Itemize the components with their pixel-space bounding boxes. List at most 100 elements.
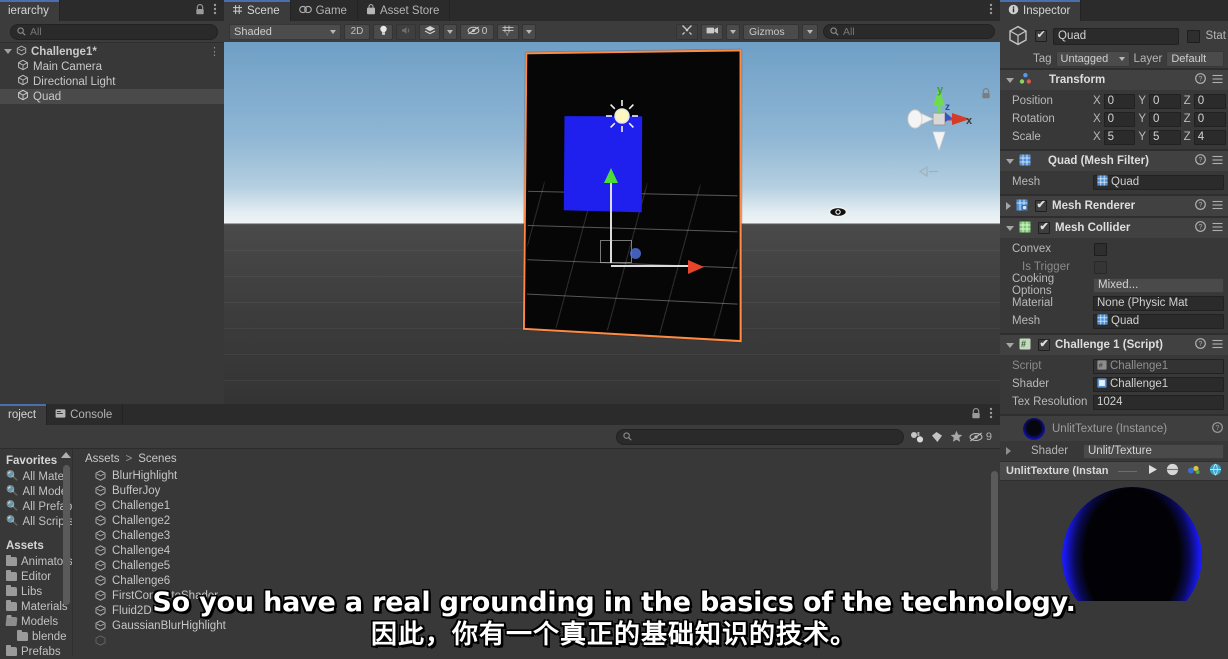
asset-list-item[interactable]: Challenge6	[73, 573, 1000, 588]
component-settings-icon[interactable]	[1212, 73, 1223, 87]
position-z-input[interactable]: 0	[1193, 93, 1226, 109]
mesh-renderer-enabled-checkbox[interactable]	[1035, 199, 1047, 212]
asset-folder-item[interactable]: Models	[0, 614, 72, 629]
favorite-item[interactable]: 🔍 All Model	[0, 484, 72, 499]
foldout-arrow-icon[interactable]	[4, 49, 12, 54]
rotation-x-input[interactable]: 0	[1103, 111, 1136, 127]
foldout-arrow-icon[interactable]	[1006, 77, 1014, 83]
project-search-input[interactable]	[616, 428, 904, 445]
material-preview-area[interactable]	[1000, 481, 1228, 601]
gizmo-lock-icon[interactable]	[981, 88, 991, 102]
move-gizmo-x-arrow-icon[interactable]	[688, 260, 704, 274]
scene-tools-button[interactable]	[676, 23, 698, 40]
asset-folder-item[interactable]: Animators	[0, 554, 72, 569]
lock-icon[interactable]	[971, 407, 981, 422]
position-y-input[interactable]: 0	[1149, 93, 1181, 109]
position-x-input[interactable]: 0	[1103, 93, 1136, 109]
hierarchy-row-directional-light[interactable]: Directional Light	[0, 74, 224, 89]
component-settings-icon[interactable]	[1212, 199, 1223, 213]
tab-console[interactable]: Console	[47, 404, 124, 425]
hierarchy-row-main-camera[interactable]: Main Camera	[0, 59, 224, 74]
favorite-item[interactable]: 🔍 All Prefab	[0, 499, 72, 514]
help-circle-icon[interactable]: ?	[1195, 199, 1206, 213]
convex-checkbox[interactable]	[1094, 242, 1107, 256]
tab-scene[interactable]: Scene	[224, 0, 291, 21]
asset-list-item[interactable]: GaussianBlurHighlight	[73, 618, 1000, 633]
scroll-up-arrow-icon[interactable]	[61, 452, 71, 458]
scene-fx-dropdown[interactable]	[443, 23, 457, 40]
scene-lighting-toggle[interactable]	[373, 23, 393, 40]
scene-orientation-gizmo[interactable]: y z x	[902, 82, 976, 156]
asset-list-item[interactable]: BlurHighlight	[73, 468, 1000, 483]
scene-search-input[interactable]: All	[823, 24, 995, 39]
scene-audio-toggle[interactable]	[396, 23, 416, 40]
asset-list-item[interactable]: Challenge1	[73, 498, 1000, 513]
gizmos-dropdown[interactable]	[802, 23, 818, 40]
asset-list-item[interactable]: Fluid2D	[73, 603, 1000, 618]
kebab-menu-icon[interactable]	[989, 407, 993, 422]
draw-mode-dropdown[interactable]: Shaded	[229, 23, 341, 40]
mesh-object-field[interactable]: Quad	[1093, 174, 1224, 190]
asset-list-item[interactable]: BufferJoy	[73, 483, 1000, 498]
asset-list-item-partial[interactable]	[73, 633, 1000, 648]
asset-list-item[interactable]: Challenge5	[73, 558, 1000, 573]
scale-y-input[interactable]: 5	[1149, 129, 1181, 145]
scene-kebab-menu-icon[interactable]	[989, 3, 993, 18]
project-list-scrollbar[interactable]	[991, 471, 998, 591]
scene-viewport[interactable]: y z x	[224, 42, 1000, 404]
preview-globe-icon[interactable]	[1209, 463, 1222, 479]
scale-z-input[interactable]: 4	[1193, 129, 1226, 145]
asset-folder-item[interactable]: Libs	[0, 584, 72, 599]
material-header[interactable]: UnlitTexture (Instance) ?	[1000, 415, 1228, 441]
asset-list-item[interactable]: Challenge2	[73, 513, 1000, 528]
collider-mesh-field[interactable]: Quad	[1093, 313, 1224, 329]
preview-sphere-icon[interactable]	[1166, 463, 1179, 479]
rotation-y-input[interactable]: 0	[1149, 111, 1181, 127]
tab-hierarchy[interactable]: ierarchy	[0, 0, 60, 21]
asset-folder-item[interactable]: Materials	[0, 599, 72, 614]
foldout-arrow-icon[interactable]	[1006, 202, 1011, 210]
hierarchy-row-scene[interactable]: Challenge1* ⋮	[0, 44, 224, 59]
asset-list-item[interactable]: Challenge3	[73, 528, 1000, 543]
rotation-z-input[interactable]: 0	[1193, 111, 1226, 127]
persp-icon[interactable]	[918, 165, 940, 180]
move-gizmo-x-axis[interactable]	[611, 265, 700, 267]
kebab-menu-icon[interactable]	[213, 3, 217, 18]
object-active-checkbox[interactable]	[1035, 29, 1047, 42]
component-settings-icon[interactable]	[1212, 221, 1223, 235]
cooking-options-dropdown[interactable]: Mixed...	[1093, 277, 1224, 293]
asset-folder-item[interactable]: blende	[0, 629, 72, 644]
tab-project[interactable]: roject	[0, 404, 48, 425]
quad-object[interactable]	[520, 49, 742, 343]
asset-filter-icon[interactable]	[910, 431, 924, 443]
hidden-assets-eye-icon[interactable]: 9	[969, 431, 992, 443]
help-circle-icon[interactable]: ?	[1195, 221, 1206, 235]
favorite-item[interactable]: 🔍 All Materi	[0, 469, 72, 484]
component-header[interactable]: Quad (Mesh Filter) ?	[1000, 151, 1228, 171]
component-header[interactable]: Mesh Collider ?	[1000, 218, 1228, 238]
preview-lighting-icon[interactable]	[1187, 463, 1201, 479]
object-name-field[interactable]: Quad	[1053, 27, 1179, 45]
scene-fx-toggle[interactable]	[419, 23, 440, 40]
component-header[interactable]: # Challenge 1 (Script) ?	[1000, 335, 1228, 355]
move-gizmo-y-arrow-icon[interactable]	[604, 168, 618, 183]
component-header[interactable]: Mesh Renderer ?	[1000, 196, 1228, 216]
mesh-collider-enabled-checkbox[interactable]	[1038, 221, 1050, 234]
hierarchy-row-quad[interactable]: Quad	[0, 89, 224, 104]
scene-kebab-menu-icon[interactable]: ⋮	[209, 45, 220, 58]
tab-inspector[interactable]: Inspector	[1000, 0, 1082, 21]
shader-object-field[interactable]: Challenge1	[1093, 376, 1224, 392]
gizmos-button[interactable]: Gizmos	[743, 23, 799, 40]
move-gizmo-plane-handle[interactable]	[600, 240, 632, 263]
component-settings-icon[interactable]	[1212, 154, 1223, 168]
asset-list-item[interactable]: Challenge4	[73, 543, 1000, 558]
script-enabled-checkbox[interactable]	[1038, 338, 1050, 351]
scene-grid-toggle[interactable]: y	[497, 23, 519, 40]
material-shader-dropdown[interactable]: Unlit/Texture	[1083, 443, 1224, 459]
hierarchy-search-input[interactable]: All	[10, 23, 218, 40]
project-sidebar-scrollbar[interactable]	[63, 465, 70, 605]
tex-resolution-input[interactable]: 1024	[1093, 394, 1224, 410]
scene-camera-dropdown[interactable]	[726, 23, 740, 40]
favorite-item[interactable]: 🔍 All Scripts	[0, 514, 72, 529]
foldout-arrow-icon[interactable]	[1006, 342, 1014, 348]
